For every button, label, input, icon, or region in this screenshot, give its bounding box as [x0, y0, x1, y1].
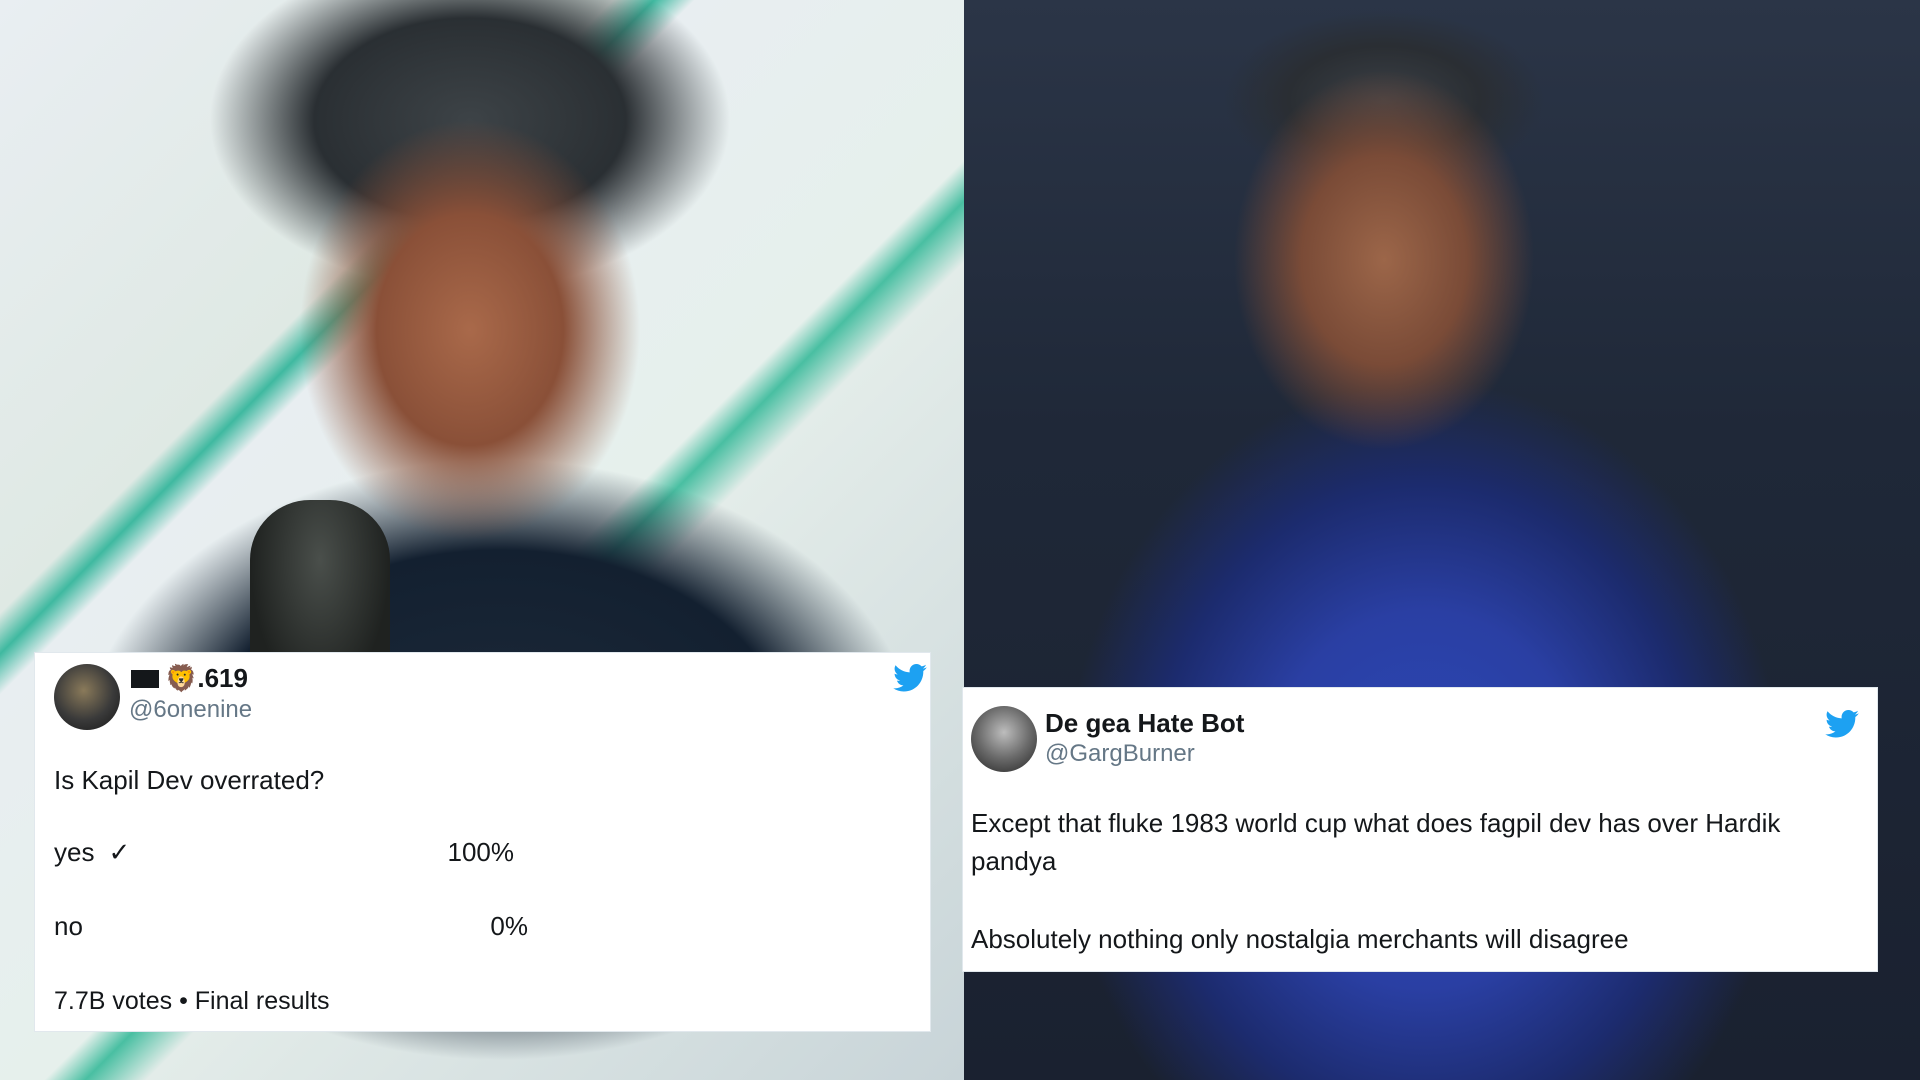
poll-option-no: no 0%: [54, 911, 528, 949]
poll-option-percent: 0%: [490, 911, 528, 941]
twitter-bird-icon: [893, 664, 927, 692]
poll-option-yes: yes ✓ 100%: [54, 837, 514, 875]
twitter-bird-icon: [1825, 710, 1859, 738]
avatar: [971, 706, 1037, 772]
name-block: [131, 670, 159, 688]
poll-results-meta: 7.7B votes • Final results: [54, 987, 330, 1015]
poll-option-label: yes: [54, 837, 95, 867]
display-name: De gea Hate Bot: [1045, 708, 1245, 738]
user-handle: @6onenine: [129, 696, 253, 723]
tweet-text-paragraph: Absolutely nothing only nostalgia mercha…: [971, 924, 1629, 954]
tweet-text-paragraph: Except that fluke 1983 world cup what do…: [971, 808, 1781, 876]
checkmark-icon: ✓: [108, 837, 131, 867]
poll-question: Is Kapil Dev overrated?: [54, 765, 325, 795]
poll-option-percent: 100%: [447, 837, 515, 867]
avatar: [54, 664, 120, 730]
poll-option-label: no: [54, 911, 83, 941]
user-handle: @GargBurner: [1045, 740, 1195, 767]
display-name: 🦁.619: [131, 663, 248, 694]
tweet-card-poll: 🦁.619 @6onenine Is Kapil Dev overrated? …: [34, 652, 931, 1032]
tweet-card-text: De gea Hate Bot @GargBurner Except that …: [962, 687, 1878, 972]
